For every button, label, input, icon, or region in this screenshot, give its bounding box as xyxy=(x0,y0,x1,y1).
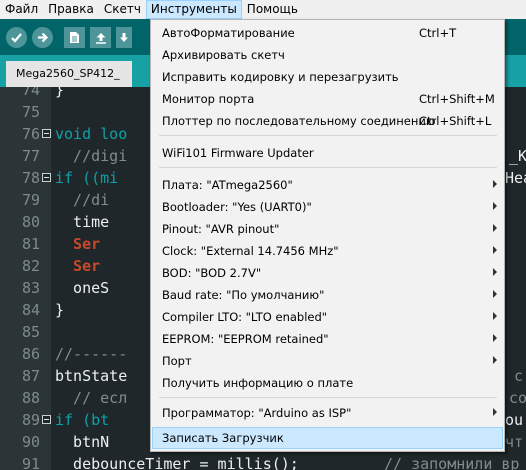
menu-tools[interactable]: Инструменты xyxy=(145,0,242,19)
line-number: 82 xyxy=(21,257,40,275)
code-line: btnState xyxy=(55,367,128,385)
verify-button[interactable] xyxy=(6,27,27,48)
menu-item-board[interactable]: Плата: "ATmega2560" xyxy=(152,174,503,196)
submenu-arrow-icon xyxy=(493,268,497,276)
new-sketch-button[interactable] xyxy=(64,27,85,48)
line-number: 89 xyxy=(21,411,40,429)
submenu-arrow-icon xyxy=(493,334,497,342)
fold-toggle-icon[interactable] xyxy=(42,415,51,424)
code-line: debounceTimer = millis(); xyxy=(55,455,299,470)
line-number: 77 xyxy=(21,147,40,165)
code-line: void loo xyxy=(55,125,128,143)
menu-item-autoformat[interactable]: АвтоФорматирование Ctrl+T xyxy=(152,22,503,44)
submenu-arrow-icon xyxy=(493,312,497,320)
line-number: 76 xyxy=(21,125,40,143)
submenu-arrow-icon xyxy=(493,224,497,232)
line-number: 90 xyxy=(21,433,40,451)
menu-item-burn-bootloader[interactable]: Записать Загрузчик xyxy=(152,427,503,449)
code-line: Ser xyxy=(55,235,101,253)
code-line: } xyxy=(55,301,65,319)
submenu-arrow-icon xyxy=(493,408,497,416)
menu-item-board-info[interactable]: Получить информацию о плате xyxy=(152,372,503,394)
fold-toggle-icon[interactable] xyxy=(42,129,51,138)
code-line: //digi xyxy=(55,147,128,165)
menu-item-pinout[interactable]: Pinout: "AVR pinout" xyxy=(152,218,503,240)
line-number: 81 xyxy=(21,235,40,253)
line-number: 91 xyxy=(21,455,40,470)
code-fragment: со xyxy=(509,389,526,407)
menu-file[interactable]: Файл xyxy=(0,0,43,19)
code-fragment: чт xyxy=(505,433,524,451)
code-line: if ((mi xyxy=(55,169,119,187)
submenu-arrow-icon xyxy=(493,180,497,188)
new-file-icon xyxy=(70,32,79,43)
submenu-arrow-icon xyxy=(493,246,497,254)
menu-separator xyxy=(159,135,497,136)
code-line: btnN xyxy=(55,433,110,451)
sketch-tab[interactable]: Mega2560_SP412_ xyxy=(6,61,132,87)
menu-item-compiler-lto[interactable]: Compiler LTO: "LTO enabled" xyxy=(152,306,503,328)
open-sketch-button[interactable] xyxy=(90,27,111,48)
line-number: 88 xyxy=(21,389,40,407)
menu-item-eeprom[interactable]: EEPROM: "EEPROM retained" xyxy=(152,328,503,350)
arrow-right-icon xyxy=(38,32,49,43)
menu-edit[interactable]: Правка xyxy=(43,0,99,19)
line-gutter: 74 75 76 77 78 79 80 81 82 83 84 85 86 8… xyxy=(0,87,51,470)
submenu-arrow-icon xyxy=(493,356,497,364)
arrow-down-icon xyxy=(120,33,128,42)
line-number: 84 xyxy=(21,301,40,319)
menu-bar: Файл Правка Скетч Инструменты Помощь xyxy=(0,0,526,19)
menu-help[interactable]: Помощь xyxy=(242,0,303,19)
menu-item-serial-monitor[interactable]: Монитор порта Ctrl+Shift+M xyxy=(152,88,503,110)
upload-button[interactable] xyxy=(32,27,53,48)
code-fragment: // запомнили вр xyxy=(384,455,520,470)
menu-item-wifi101-updater[interactable]: WiFi101 Firmware Updater xyxy=(152,142,503,164)
line-number: 87 xyxy=(21,367,40,385)
menu-item-programmer[interactable]: Программатор: "Arduino as ISP" xyxy=(152,402,503,424)
check-icon xyxy=(11,33,22,43)
code-line: } xyxy=(55,87,65,99)
line-number: 79 xyxy=(21,191,40,209)
line-number: 74 xyxy=(21,87,40,99)
submenu-arrow-icon xyxy=(493,202,497,210)
code-line: if (bt xyxy=(55,411,110,429)
menu-sketch[interactable]: Скетч xyxy=(99,0,146,19)
code-fragment: с xyxy=(514,367,524,385)
code-fragment: ou xyxy=(505,411,524,429)
line-number: 83 xyxy=(21,279,40,297)
menu-item-bod[interactable]: BOD: "BOD 2.7V" xyxy=(152,262,503,284)
code-line: time xyxy=(55,213,110,231)
code-fragment: _K xyxy=(509,147,526,165)
line-number: 78 xyxy=(21,169,40,187)
line-number: 85 xyxy=(21,323,40,341)
menu-item-clock[interactable]: Clock: "External 14.7456 MHz" xyxy=(152,240,503,262)
line-number: 86 xyxy=(21,345,40,363)
tools-dropdown-menu: АвтоФорматирование Ctrl+T Архивировать с… xyxy=(150,19,505,452)
menu-item-fix-encoding[interactable]: Исправить кодировку и перезагрузить xyxy=(152,66,503,88)
code-line: oneS xyxy=(55,279,110,297)
fold-toggle-icon[interactable] xyxy=(42,173,51,182)
save-sketch-button[interactable] xyxy=(116,27,132,48)
code-line: //------ xyxy=(55,345,128,363)
menu-item-baud-rate[interactable]: Baud rate: "По умолчанию" xyxy=(152,284,503,306)
line-number: 75 xyxy=(21,103,40,121)
code-line: // есл xyxy=(55,389,128,407)
menu-separator xyxy=(159,397,497,398)
menu-item-port[interactable]: Порт xyxy=(152,350,503,372)
code-line: //di xyxy=(55,191,110,209)
submenu-arrow-icon xyxy=(493,290,497,298)
code-fragment: Hea xyxy=(505,169,526,187)
menu-item-archive-sketch[interactable]: Архивировать скетч xyxy=(152,44,503,66)
code-line: Ser xyxy=(55,257,101,275)
line-number: 80 xyxy=(21,213,40,231)
menu-item-bootloader[interactable]: Bootloader: "Yes (UART0)" xyxy=(152,196,503,218)
menu-separator xyxy=(159,167,497,168)
arrow-up-icon xyxy=(95,33,106,44)
menu-item-serial-plotter[interactable]: Плоттер по последовательному соединению … xyxy=(152,110,503,132)
